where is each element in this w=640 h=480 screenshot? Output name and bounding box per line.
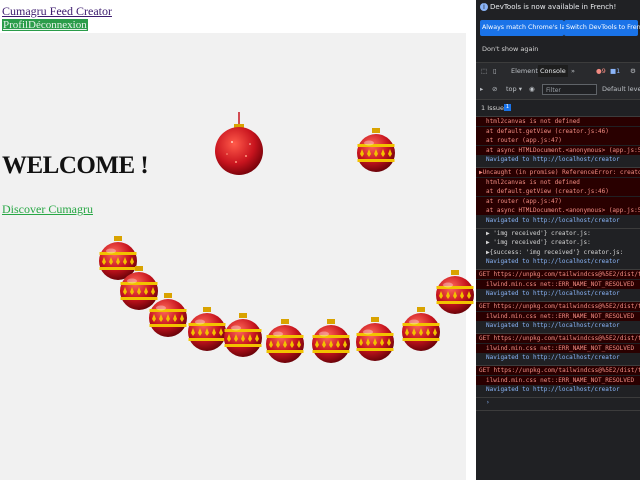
console-log-line[interactable]: ▶ 'img received'} creator.js: — [476, 238, 640, 247]
glitter-ornament-image — [215, 112, 263, 175]
console-navigation-line[interactable]: Navigated to http://localhost/creator — [476, 257, 640, 266]
devtools-language-notice: i DevTools is now available in French! A… — [476, 0, 640, 62]
welcome-heading: WELCOME ! — [2, 152, 149, 179]
console-error-line[interactable]: at router (app.js:47) — [476, 136, 640, 145]
web-page: Cumagru Feed Creator ProfilDéconnexion W… — [0, 0, 476, 480]
ornament-ball-image — [436, 270, 474, 314]
console-error-line[interactable]: at default.getView (creator.js:46) — [476, 126, 640, 136]
console-navigation-line[interactable]: Navigated to http://localhost/creator — [476, 353, 640, 362]
log-levels-select[interactable]: Default levels — [602, 85, 640, 93]
console-error-line[interactable]: at async HTMLDocument.<anonymous> (app.j… — [476, 206, 640, 215]
console-toolbar: ▸ ⊘ top ▾ ◉ Filter Default levels — [476, 81, 640, 100]
error-count-badge[interactable]: ●9 — [596, 67, 606, 75]
console-navigation-line[interactable]: Navigated to http://localhost/creator — [476, 216, 640, 225]
console-navigation-line[interactable]: Navigated to http://localhost/creator — [476, 289, 640, 298]
ornament-ball-image — [356, 317, 394, 361]
clear-console-icon[interactable]: ⊘ — [492, 85, 497, 93]
page-scroll-gutter — [466, 0, 476, 480]
ornament-ball-image — [357, 128, 395, 172]
console-log: html2canvas is not defined at default.ge… — [476, 117, 640, 480]
console-error-line[interactable]: ▶Uncaught (in promise) ReferenceError: c… — [476, 168, 640, 177]
console-error-line[interactable]: at async HTMLDocument.<anonymous> (app.j… — [476, 145, 640, 155]
console-log-line[interactable]: ▶{success: 'img received'} creator.js: — [476, 248, 640, 257]
console-error-line[interactable]: GET https://unpkg.com/tailwindcss@%5E2/d… — [476, 302, 640, 311]
sidebar-toggle-icon[interactable]: ▸ — [480, 85, 483, 93]
console-log-line[interactable]: ▶ 'img received'} creator.js: — [476, 229, 640, 238]
issues-label: 1 Issue: — [481, 104, 507, 112]
console-error-line[interactable]: GET https://unpkg.com/tailwindcss@%5E2/d… — [476, 366, 640, 375]
inspect-icon[interactable]: ⬚ — [481, 67, 487, 75]
console-error-line[interactable]: html2canvas is not defined — [476, 117, 640, 126]
always-match-language-button[interactable]: Always match Chrome's language — [480, 20, 589, 36]
feed-creator-link[interactable]: Cumagru Feed Creator — [2, 4, 112, 19]
issues-bar[interactable]: 1 Issue: 1 — [476, 100, 640, 117]
console-error-line[interactable]: at default.getView (creator.js:46) — [476, 187, 640, 196]
console-error-line[interactable]: GET https://unpkg.com/tailwindcss@%5E2/d… — [476, 270, 640, 279]
notice-message: DevTools is now available in French! — [490, 3, 617, 11]
ornament-ball-image — [149, 293, 187, 337]
console-navigation-line[interactable]: Navigated to http://localhost/creator — [476, 385, 640, 394]
console-separator — [476, 410, 640, 411]
tab-console[interactable]: Console — [538, 65, 568, 77]
console-error-line[interactable]: at router (app.js:47) — [476, 196, 640, 206]
console-error-line[interactable]: ilwind.min.css net::ERR_NAME_NOT_RESOLVE… — [476, 279, 640, 289]
console-error-line[interactable]: html2canvas is not defined — [476, 177, 640, 187]
tab-elements[interactable]: Elements — [511, 67, 541, 75]
discover-link[interactable]: Discover Cumagru — [2, 202, 93, 217]
console-error-line[interactable]: ilwind.min.css net::ERR_NAME_NOT_RESOLVE… — [476, 311, 640, 321]
dont-show-again-link[interactable]: Don't show again — [482, 45, 538, 53]
console-error-line[interactable]: ilwind.min.css net::ERR_NAME_NOT_RESOLVE… — [476, 343, 640, 353]
more-tabs-button[interactable]: » — [571, 67, 575, 75]
eye-icon[interactable]: ◉ — [529, 85, 535, 93]
switch-to-french-button[interactable]: Switch DevTools to French — [564, 20, 640, 36]
console-error-line[interactable]: ilwind.min.css net::ERR_NAME_NOT_RESOLVE… — [476, 375, 640, 385]
console-navigation-line[interactable]: Navigated to http://localhost/creator — [476, 321, 640, 330]
console-navigation-line[interactable]: Navigated to http://localhost/creator — [476, 155, 640, 164]
console-navigation-line[interactable]: › — [476, 398, 640, 407]
context-selector[interactable]: top ▾ — [506, 85, 522, 93]
devtools-tabbar: ⬚ ▯ Elements Console » ●9 ■1 ⚙ — [476, 62, 640, 82]
gear-icon[interactable]: ⚙ — [630, 67, 636, 75]
ornament-ball-image — [266, 319, 304, 363]
devtools-panel: i DevTools is now available in French! A… — [476, 0, 640, 480]
console-error-line[interactable]: GET https://unpkg.com/tailwindcss@%5E2/d… — [476, 334, 640, 343]
info-icon: i — [480, 3, 488, 11]
message-count-badge[interactable]: ■1 — [610, 67, 620, 75]
device-toggle-icon[interactable]: ▯ — [493, 67, 497, 75]
ornament-ball-image — [224, 313, 262, 357]
issues-count: 1 — [504, 104, 511, 111]
profile-logout-link[interactable]: ProfilDéconnexion — [2, 19, 88, 31]
console-filter-input[interactable]: Filter — [542, 84, 597, 95]
ornament-ball-image — [312, 319, 350, 363]
